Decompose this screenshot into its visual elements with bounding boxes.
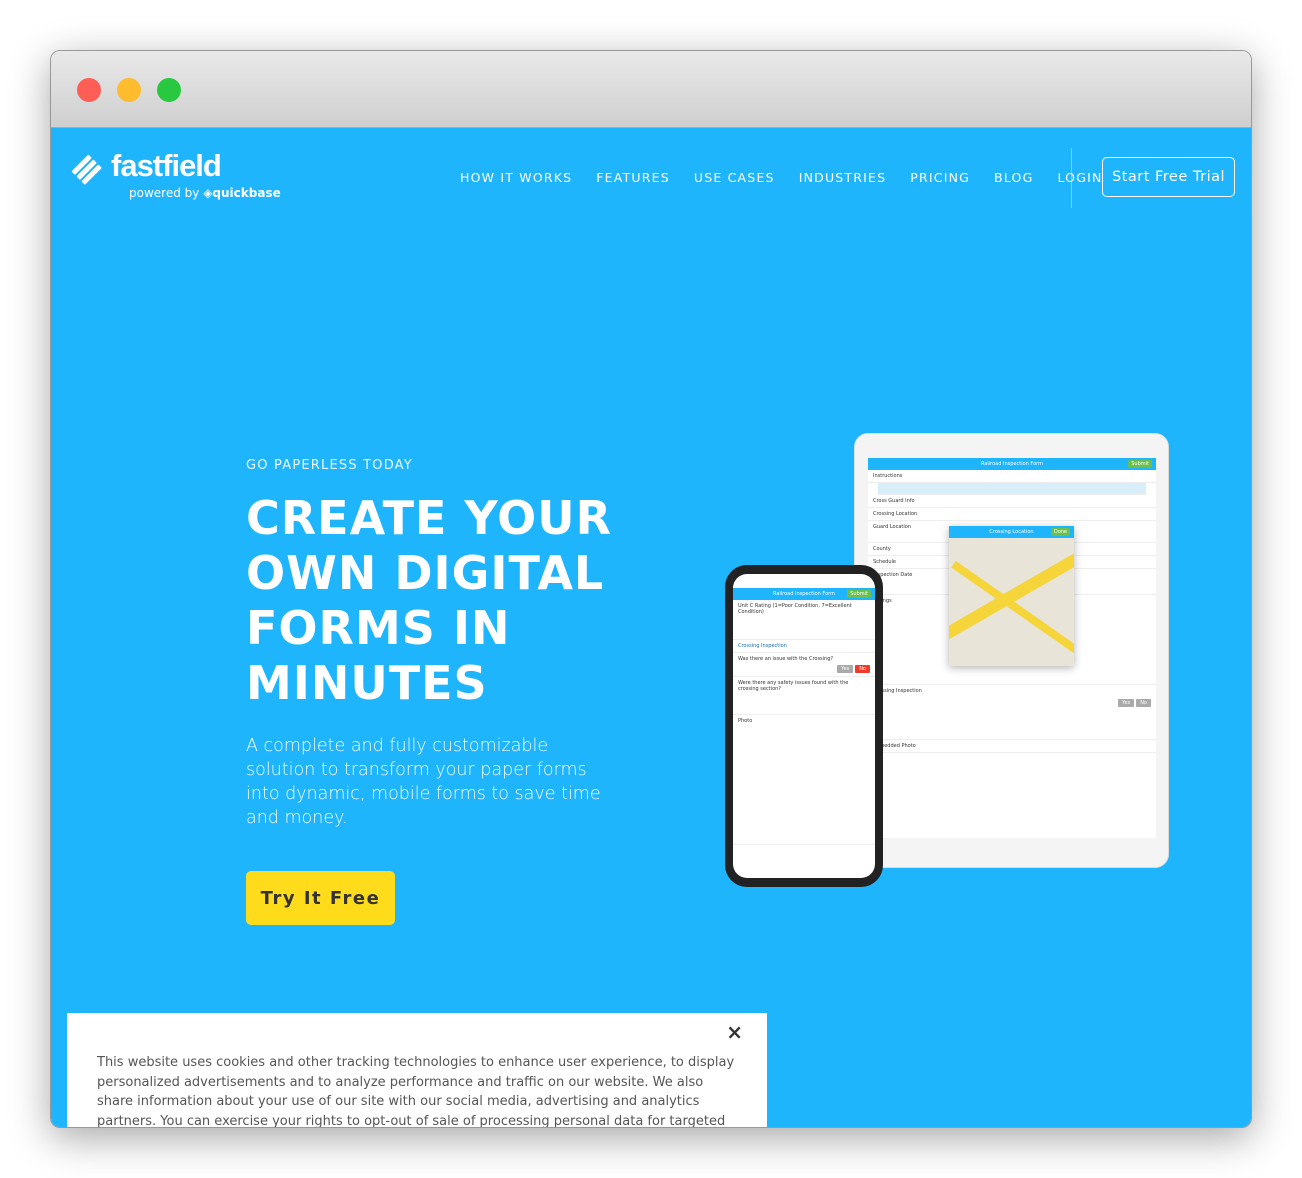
tablet-mockup: Railroad Inspection Form Submit Instructi… (854, 433, 1169, 868)
hero-eyebrow: GO PAPERLESS TODAY (246, 458, 413, 473)
submit-badge: Submit (847, 590, 871, 598)
powered-by: powered by ◈quickbase (129, 186, 281, 200)
nav-features[interactable]: FEATURES (596, 170, 670, 185)
close-window-button[interactable] (77, 78, 101, 102)
powered-by-label: powered by (129, 186, 200, 200)
yes-button[interactable]: Yes (837, 665, 854, 673)
submit-badge: Submit (1128, 460, 1152, 468)
map-popup: Crossing Location Done (949, 526, 1074, 666)
map-done: Done (1050, 528, 1070, 536)
map-header: Crossing Location Done (949, 526, 1074, 538)
try-it-free-button[interactable]: Try It Free (246, 871, 395, 925)
nav-industries[interactable]: INDUSTRIES (799, 170, 887, 185)
map-road (949, 541, 1074, 643)
no-button[interactable]: No (1136, 699, 1151, 707)
form-title: Railroad Inspection Form (980, 461, 1044, 467)
nav-how-it-works[interactable]: HOW IT WORKS (460, 170, 572, 185)
form-row: Was there an issue with the Crossing? Ye… (733, 653, 875, 677)
maximize-window-button[interactable] (157, 78, 181, 102)
yes-button[interactable]: Yes (1118, 699, 1135, 707)
page: fastfield powered by ◈quickbase HOW IT W… (51, 128, 1251, 1127)
main-nav: HOW IT WORKS FEATURES USE CASES INDUSTRI… (460, 170, 1103, 185)
cookie-text: This website uses cookies and other trac… (97, 1055, 735, 1128)
phone-mockup: Railroad Inspection Form Submit Unit C Ra… (725, 565, 883, 887)
hero-title: CREATE YOUR OWN DIGITAL FORMS IN MINUTES (246, 491, 612, 710)
no-button[interactable]: No (855, 665, 870, 673)
minimize-window-button[interactable] (117, 78, 141, 102)
form-title: Railroad Inspection Form (772, 591, 836, 597)
form-row: Cross Guard Info (868, 495, 1156, 508)
partner-name: quickbase (212, 186, 281, 200)
nav-blog[interactable]: BLOG (994, 170, 1033, 185)
brand-name: fastfield (111, 148, 222, 183)
form-row-label: Was there an issue with the Crossing? (738, 656, 834, 662)
form-row: Crossing Location (868, 508, 1156, 521)
title-bar (51, 51, 1251, 128)
fastfield-logo-icon (71, 154, 102, 185)
form-row: Crossing Inspection (733, 640, 875, 653)
yes-no-toggle: Yes No (837, 665, 870, 673)
form-row: Embedded Photo (868, 740, 1156, 753)
nav-login[interactable]: LOGIN (1057, 170, 1102, 185)
browser-window: fastfield powered by ◈quickbase HOW IT W… (50, 50, 1252, 1128)
nav-use-cases[interactable]: USE CASES (694, 170, 775, 185)
form-row: Crossing Inspection Yes No (868, 685, 1156, 740)
yes-no-toggle: Yes No (1118, 699, 1151, 707)
nav-pricing[interactable]: PRICING (910, 170, 970, 185)
nav-divider (1071, 148, 1072, 208)
close-icon[interactable]: × (726, 1022, 743, 1043)
tablet-screen: Railroad Inspection Form Submit Instructi… (868, 458, 1156, 838)
phone-form-header: Railroad Inspection Form Submit (733, 588, 875, 600)
form-row: Were there any safety issues found with … (733, 677, 875, 715)
cookie-banner: × This website uses cookies and other tr… (67, 1013, 767, 1128)
hero-subtitle: A complete and fully customizable soluti… (246, 736, 601, 828)
form-row: Photo (733, 715, 875, 845)
phone-screen: Railroad Inspection Form Submit Unit C Ra… (733, 574, 875, 878)
map-title: Crossing Location (989, 529, 1034, 535)
instructions-box (878, 483, 1146, 495)
start-free-trial-button[interactable]: Start Free Trial (1102, 157, 1235, 197)
tablet-form-header: Railroad Inspection Form Submit (868, 458, 1156, 470)
form-row: Unit C Rating (1=Poor Condition, 7=Excel… (733, 600, 875, 640)
form-row: Instructions (868, 470, 1156, 483)
